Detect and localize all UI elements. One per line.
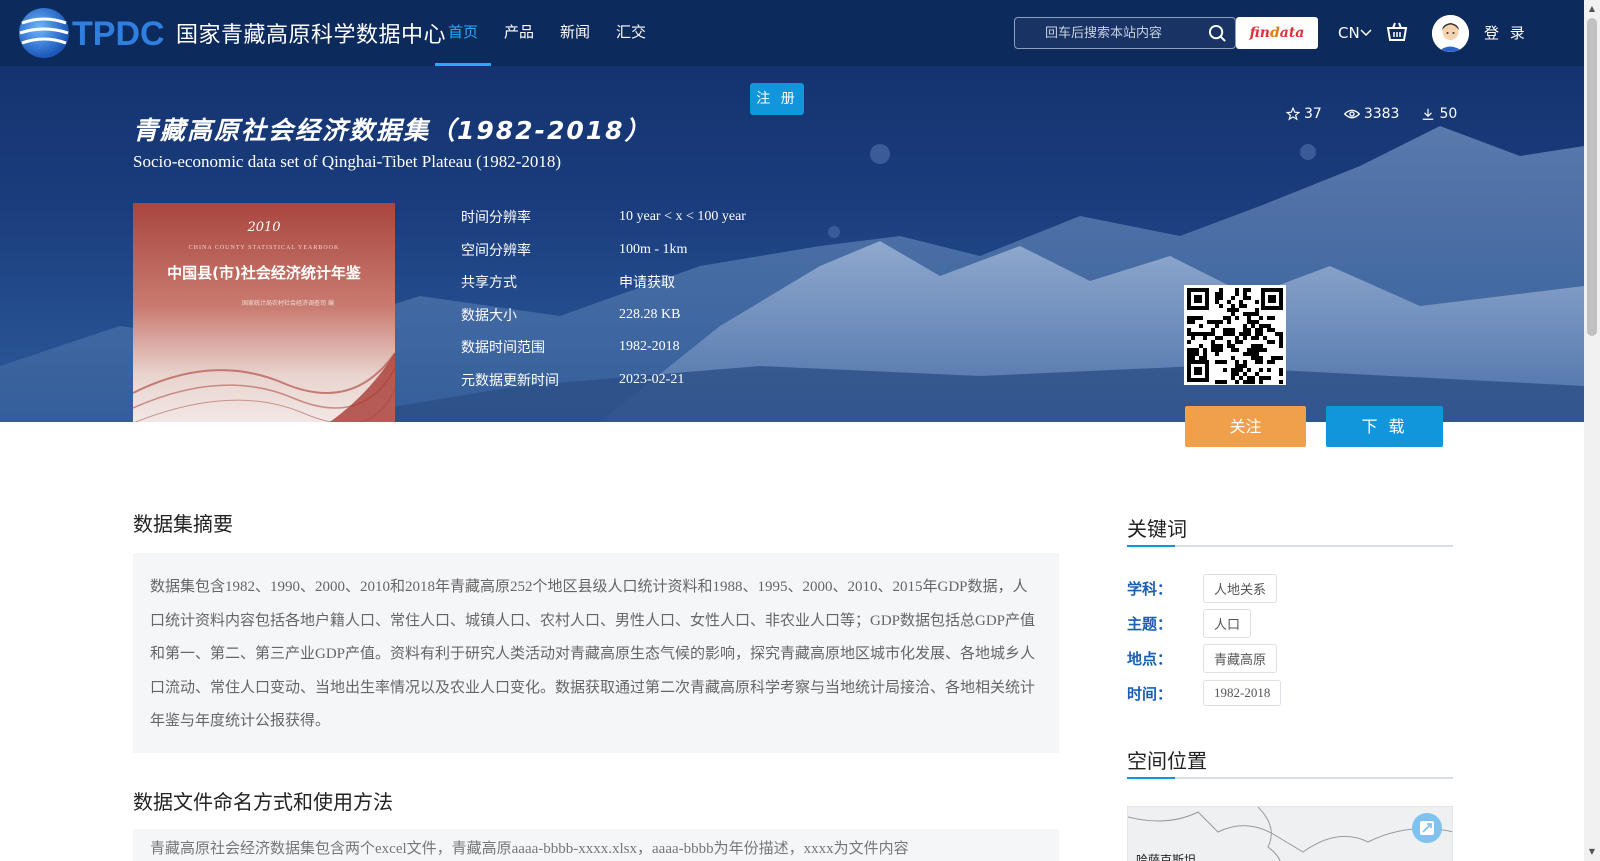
page-scrollbar[interactable]: ▲ ▼ — [1584, 0, 1600, 861]
cart-icon[interactable] — [1386, 21, 1408, 43]
register-button[interactable]: 注 册 — [750, 83, 804, 115]
meta-label: 空间分辨率 — [461, 242, 531, 259]
meta-value: 1982-2018 — [619, 339, 680, 355]
dataset-hero: 注 册 青藏高原社会经济数据集（1982-2018） Socio-economi… — [0, 66, 1584, 422]
meta-row: 数据时间范围 1982-2018 — [461, 331, 746, 364]
meta-row: 时间分辨率 10 year < x < 100 year — [461, 201, 746, 234]
nav-news[interactable]: 新闻 — [547, 0, 603, 66]
logo-abbr: TPDC — [72, 15, 165, 53]
meta-value: 2023-02-21 — [619, 371, 685, 387]
yearbook-cover: 2010 CHINA COUNTY STATISTICAL YEARBOOK 中… — [133, 220, 395, 422]
meta-value: 100m - 1km — [619, 241, 688, 257]
findata-link[interactable]: fin d ata — [1236, 17, 1318, 49]
keyword-row: 学科： 人地关系 — [1127, 574, 1278, 603]
meta-row: 共享方式 申请获取 — [461, 266, 746, 299]
downloads-count: 50 — [1439, 106, 1458, 122]
meta-value: 10 year < x < 100 year — [619, 209, 746, 225]
nav-products[interactable]: 产品 — [491, 0, 547, 66]
search-box — [1014, 17, 1236, 49]
avatar[interactable] — [1432, 15, 1469, 52]
naming-text: 青藏高原社会经济数据集包含两个excel文件，青藏高原aaaa-bbbb-xxx… — [133, 829, 1059, 861]
main-menu: 首页 产品 新闻 汇交 — [435, 0, 659, 66]
keyword-row: 主题： 人口 — [1127, 609, 1252, 638]
download-button[interactable]: 下 载 — [1326, 406, 1443, 447]
site-logo[interactable]: TPDC 国家青藏高原科学数据中心 — [14, 2, 446, 64]
top-navbar: TPDC 国家青藏高原科学数据中心 首页 产品 新闻 汇交 findata CN — [0, 0, 1584, 66]
keyword-tag[interactable]: 人地关系 — [1203, 574, 1278, 603]
keyword-row: 地点： 青藏高原 — [1127, 644, 1278, 673]
map-place-label: 哈萨克斯坦 — [1136, 853, 1197, 861]
location-map[interactable]: 哈萨克斯坦 — [1127, 806, 1453, 861]
keyword-label: 学科： — [1127, 580, 1173, 598]
nav-home[interactable]: 首页 — [435, 0, 492, 66]
search-icon[interactable] — [1208, 24, 1227, 43]
svg-text:国家统计局农村社会经济调查司 编: 国家统计局农村社会经济调查司 编 — [242, 299, 334, 307]
location-underline — [1127, 777, 1453, 779]
meta-label: 共享方式 — [461, 275, 517, 292]
stat-downloads: 50 — [1421, 106, 1457, 122]
language-label: CN — [1338, 24, 1360, 42]
dataset-metadata: 时间分辨率 10 year < x < 100 year 空间分辨率 100m … — [461, 201, 746, 396]
dataset-title-en: Socio-economic data set of Qinghai-Tibet… — [133, 152, 562, 171]
keyword-tag[interactable]: 人口 — [1203, 609, 1252, 638]
site-name: 国家青藏高原科学数据中心 — [176, 23, 447, 48]
map-expand-button[interactable] — [1412, 813, 1442, 843]
globe-logo-icon: TPDC — [19, 8, 165, 58]
qr-code-icon — [1187, 288, 1283, 384]
star-icon — [1286, 107, 1300, 121]
keyword-tag[interactable]: 1982-2018 — [1203, 680, 1282, 706]
abstract-heading: 数据集摘要 — [133, 512, 233, 536]
findata-text-a: fin — [1249, 25, 1270, 41]
scroll-thumb[interactable] — [1587, 18, 1597, 336]
keywords-heading: 关键词 — [1127, 517, 1187, 541]
keywords-underline — [1127, 545, 1453, 547]
user-avatar-icon — [1432, 15, 1469, 52]
dataset-stats: 37 3383 50 — [1286, 106, 1457, 122]
chevron-down-icon — [1360, 29, 1372, 37]
meta-label: 数据大小 — [461, 307, 517, 324]
qr-code — [1184, 285, 1286, 385]
meta-label: 时间分辨率 — [461, 210, 531, 227]
findata-text-c: ata — [1279, 25, 1305, 41]
stat-stars[interactable]: 37 — [1286, 106, 1322, 122]
meta-row: 空间分辨率 100m - 1km — [461, 234, 746, 267]
svg-text:中国县(市)社会经济统计年鉴: 中国县(市)社会经济统计年鉴 — [167, 264, 362, 282]
location-heading: 空间位置 — [1127, 749, 1207, 773]
dataset-cover-image: 2010 CHINA COUNTY STATISTICAL YEARBOOK 中… — [133, 203, 395, 422]
eye-icon — [1343, 109, 1360, 119]
abstract-text: 数据集包含1982、1990、2000、2010和2018年青藏高原252个地区… — [133, 553, 1059, 753]
meta-label: 数据时间范围 — [461, 340, 545, 357]
nav-submit[interactable]: 汇交 — [603, 0, 659, 66]
stat-views: 3383 — [1343, 106, 1400, 122]
naming-heading: 数据文件命名方式和使用方法 — [133, 790, 393, 814]
keyword-row: 时间： 1982-2018 — [1127, 680, 1282, 706]
meta-value: 228.28 KB — [619, 306, 681, 322]
expand-icon — [1420, 821, 1434, 835]
dataset-title: 青藏高原社会经济数据集（1982-2018） — [133, 116, 652, 145]
meta-label: 元数据更新时间 — [461, 372, 559, 389]
search-input[interactable] — [1015, 18, 1201, 48]
keyword-label: 地点： — [1127, 650, 1173, 668]
meta-row: 元数据更新时间 2023-02-21 — [461, 364, 746, 397]
svg-text:2010: 2010 — [246, 220, 280, 235]
download-icon — [1423, 108, 1434, 120]
login-link[interactable]: 登 录 — [1484, 22, 1528, 43]
views-count: 3383 — [1363, 106, 1400, 122]
follow-button[interactable]: 关注 — [1185, 406, 1306, 447]
stars-count: 37 — [1304, 106, 1322, 122]
meta-value: 申请获取 — [619, 276, 675, 292]
keyword-label: 时间： — [1127, 684, 1173, 703]
scroll-up-icon[interactable]: ▲ — [1587, 4, 1597, 14]
findata-text-b: d — [1269, 25, 1280, 41]
keyword-tag[interactable]: 青藏高原 — [1203, 644, 1278, 673]
language-switch[interactable]: CN — [1338, 22, 1372, 44]
meta-row: 数据大小 228.28 KB — [461, 299, 746, 332]
keyword-label: 主题： — [1127, 615, 1173, 633]
scroll-down-icon[interactable]: ▼ — [1587, 847, 1597, 857]
svg-text:CHINA COUNTY STATISTICAL YEARB: CHINA COUNTY STATISTICAL YEARBOOK — [189, 245, 340, 251]
